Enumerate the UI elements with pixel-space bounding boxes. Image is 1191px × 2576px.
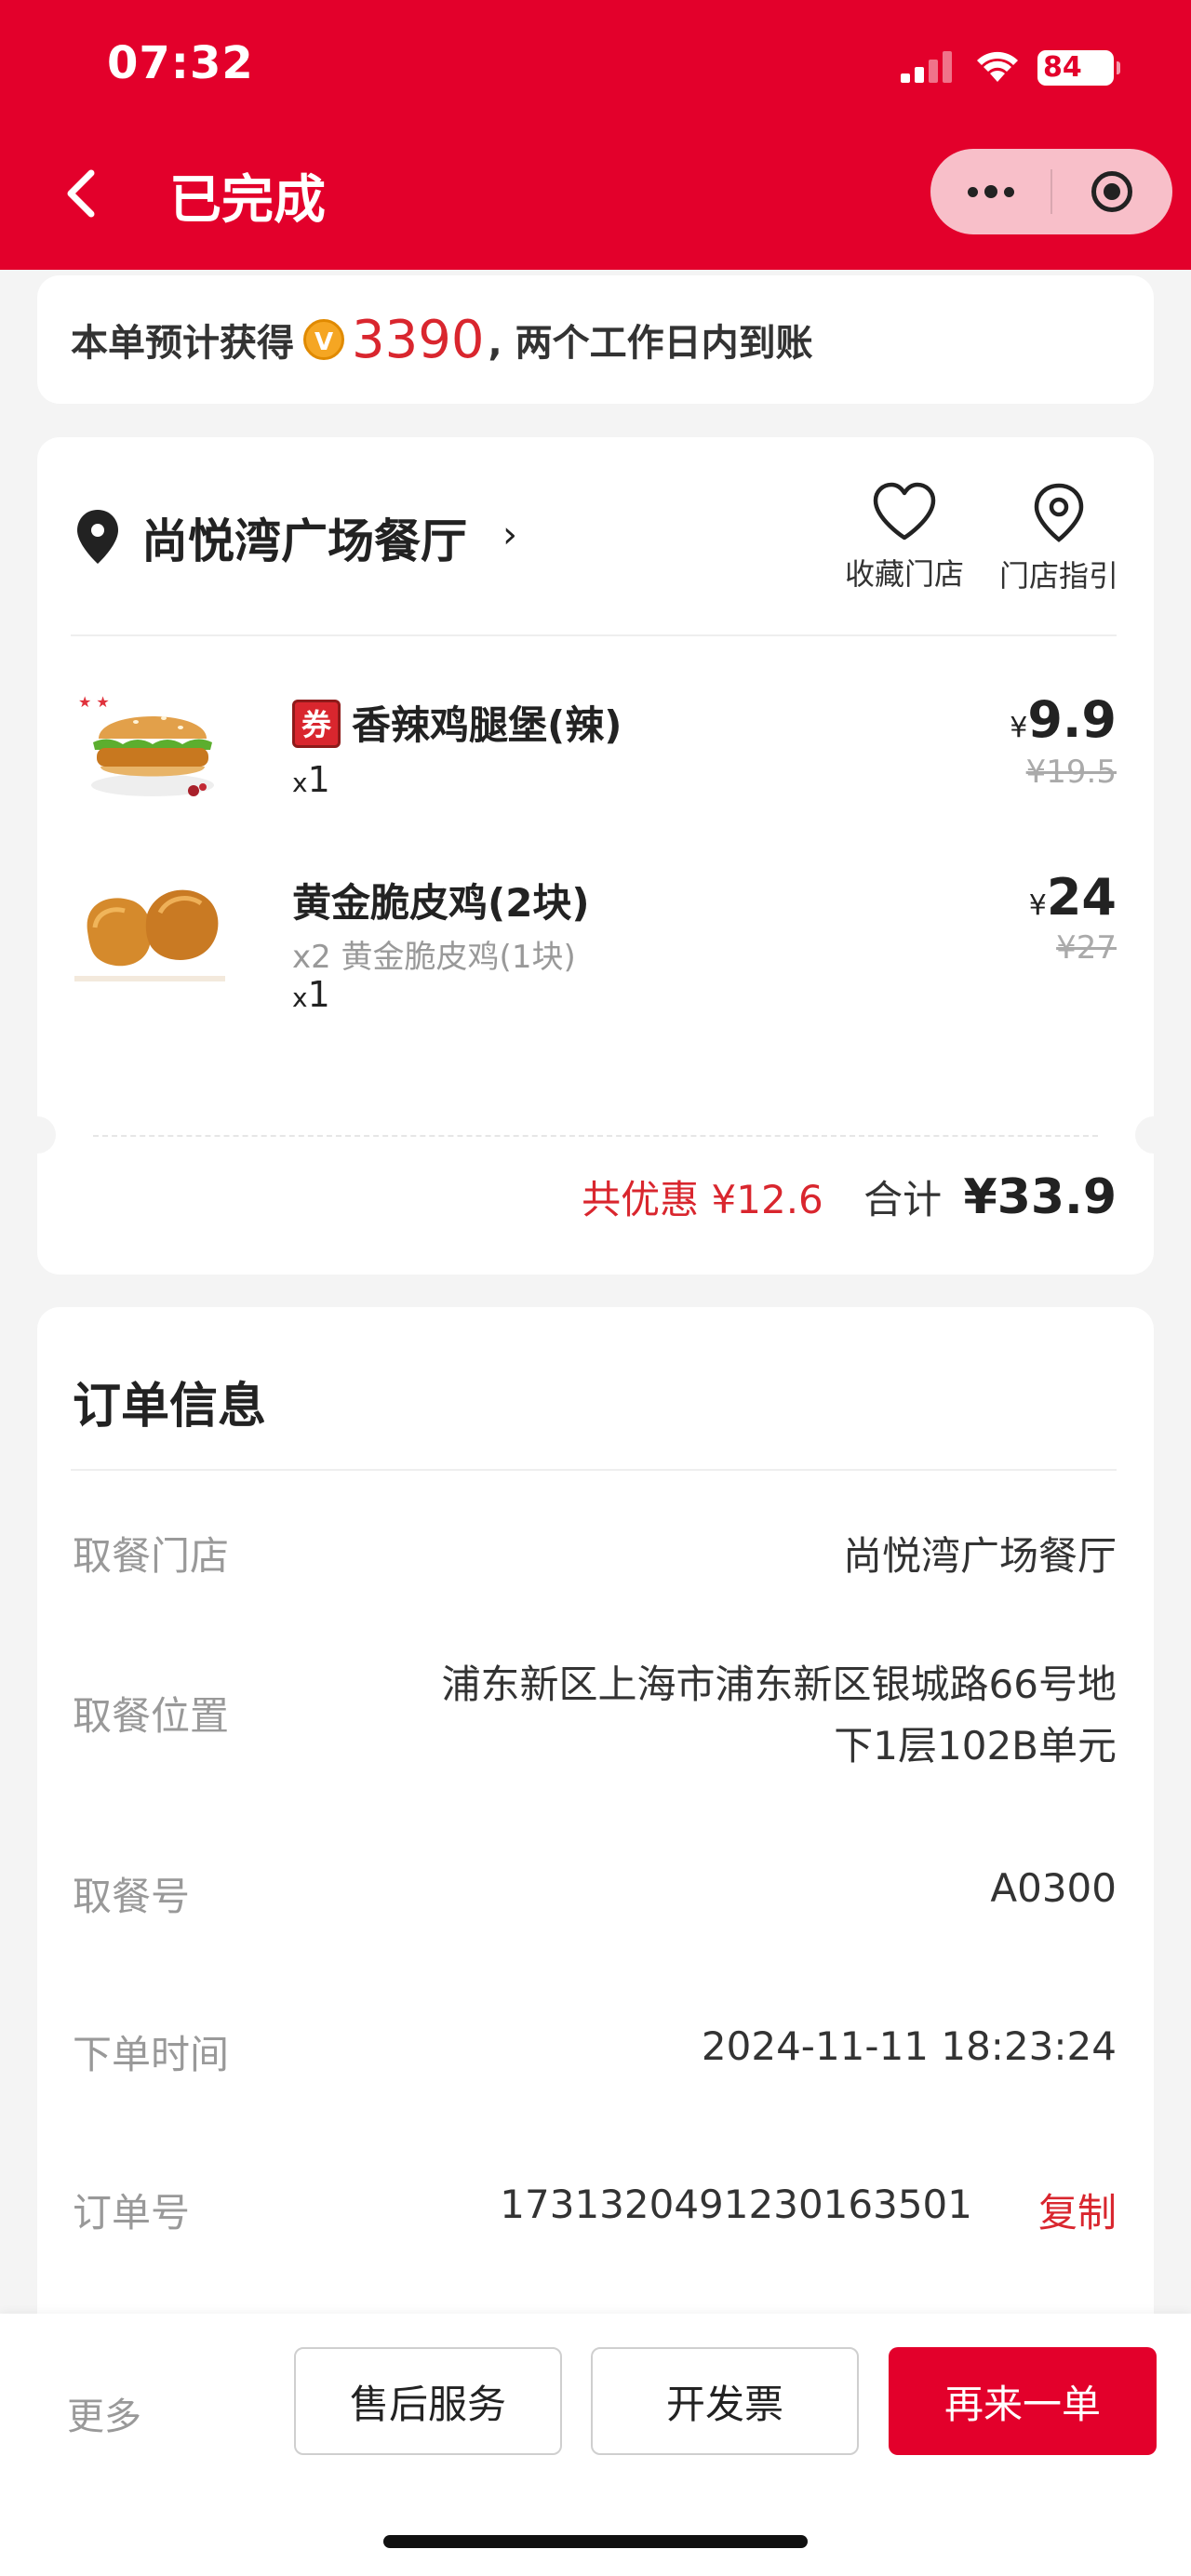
copy-button[interactable]: 复制 bbox=[1038, 2182, 1117, 2238]
store-name[interactable]: 尚悦湾广场餐厅 bbox=[141, 504, 467, 571]
row-value-line2: 下1层102B单元 bbox=[834, 1723, 1117, 1768]
order-totals: 共优惠 ¥12.6 合计 ¥33.9 bbox=[582, 1168, 1117, 1225]
row-label: 取餐门店 bbox=[73, 1533, 230, 1579]
page-title: 已完成 bbox=[169, 170, 326, 231]
svg-text:★ ★: ★ ★ bbox=[78, 693, 110, 711]
heart-icon bbox=[873, 482, 936, 541]
mini-program-capsule bbox=[930, 149, 1172, 234]
location-pin-icon bbox=[77, 510, 118, 564]
order-info-card: 订单信息 取餐门店 尚悦湾广场餐厅 取餐位置 浦东新区上海市浦东新区银城路66号… bbox=[37, 1307, 1154, 2330]
capsule-divider bbox=[1050, 169, 1052, 214]
spicy-chicken-burger-image: ★ ★ bbox=[78, 693, 214, 796]
guide-label: 门店指引 bbox=[998, 558, 1118, 594]
more-options-icon[interactable] bbox=[958, 167, 1024, 216]
section-title: 订单信息 bbox=[73, 1379, 267, 1435]
golden-crispy-chicken-image bbox=[74, 889, 225, 981]
v-coin-icon: V bbox=[303, 319, 344, 360]
invoice-button[interactable]: 开发票 bbox=[591, 2347, 859, 2455]
map-pin-outline-icon bbox=[1034, 483, 1084, 542]
coupon-tag: 券 bbox=[292, 700, 341, 748]
item-name: 黄金脆皮鸡(2块) bbox=[292, 880, 590, 926]
info-row-pickup-location: 取餐位置 浦东新区上海市浦东新区银城路66号地 下1层102B单元 bbox=[73, 1653, 1117, 1774]
row-value: 尚悦湾广场餐厅 bbox=[842, 1533, 1117, 1579]
item-combo-detail: x2 黄金脆皮鸡(1块) bbox=[292, 939, 576, 976]
item-name: 券香辣鸡腿堡(辣) bbox=[292, 694, 622, 751]
item-quantity: x1 bbox=[292, 759, 330, 800]
favorite-store-button[interactable]: 收藏门店 bbox=[839, 482, 970, 594]
after-sales-button[interactable]: 售后服务 bbox=[294, 2347, 562, 2455]
row-value: A0300 bbox=[990, 1865, 1117, 1911]
divider bbox=[71, 1469, 1117, 1471]
row-value: 1731320491230163501 bbox=[500, 2182, 972, 2227]
row-label: 下单时间 bbox=[73, 2032, 230, 2077]
cellular-signal-icon bbox=[901, 51, 952, 83]
item-price: ¥24 bbox=[1028, 868, 1117, 927]
wifi-icon bbox=[977, 51, 1018, 82]
total-label: 合计 bbox=[863, 1177, 943, 1222]
item-original-price: ¥19.5 bbox=[1025, 754, 1117, 791]
order-item[interactable]: 黄金脆皮鸡(2块) x2 黄金脆皮鸡(1块) x1 ¥24 ¥27 bbox=[71, 861, 1117, 1028]
ticket-notch-right bbox=[1135, 1116, 1172, 1154]
chevron-right-icon[interactable]: › bbox=[502, 514, 517, 556]
home-indicator bbox=[383, 2535, 808, 2548]
points-prefix: 本单预计获得 bbox=[71, 322, 294, 365]
battery-icon: 84 bbox=[1037, 50, 1120, 86]
ticket-notch-left bbox=[19, 1116, 56, 1154]
status-time: 07:32 bbox=[107, 37, 254, 89]
discount-total: 共优惠 ¥12.6 bbox=[582, 1177, 823, 1222]
dashed-divider bbox=[93, 1135, 1098, 1137]
row-label: 取餐号 bbox=[73, 1874, 191, 1919]
points-banner: 本单预计获得 V 3390 , 两个工作日内到账 bbox=[37, 275, 1154, 404]
row-value-line1: 浦东新区上海市浦东新区银城路66号地 bbox=[441, 1662, 1117, 1707]
row-label: 订单号 bbox=[73, 2190, 191, 2236]
points-amount: 3390 bbox=[352, 309, 485, 370]
more-button[interactable]: 更多 bbox=[67, 2386, 141, 2440]
points-suffix: , 两个工作日内到账 bbox=[488, 322, 813, 365]
row-value: 2024-11-11 18:23:24 bbox=[701, 2023, 1117, 2069]
favorite-label: 收藏门店 bbox=[844, 556, 964, 592]
top-header: 07:32 84 已完成 bbox=[0, 0, 1191, 270]
close-miniprogram-icon[interactable] bbox=[1084, 167, 1140, 216]
row-label: 取餐位置 bbox=[73, 1693, 230, 1739]
order-card: 尚悦湾广场餐厅 › 收藏门店 门店指引 ★ ★ 券香辣鸡腿堡(辣) x1 ¥9.… bbox=[19, 437, 1172, 1275]
order-item[interactable]: ★ ★ 券香辣鸡腿堡(辣) x1 ¥9.9 ¥19.5 bbox=[71, 681, 1117, 811]
store-guide-button[interactable]: 门店指引 bbox=[994, 482, 1124, 595]
divider bbox=[71, 634, 1117, 636]
item-quantity: x1 bbox=[292, 974, 330, 1015]
back-arrow-icon[interactable] bbox=[56, 166, 112, 221]
item-price: ¥9.9 bbox=[1010, 690, 1117, 749]
item-original-price: ¥27 bbox=[1056, 929, 1117, 967]
reorder-button[interactable]: 再来一单 bbox=[889, 2347, 1157, 2455]
total-amount: ¥33.9 bbox=[963, 1169, 1117, 1225]
